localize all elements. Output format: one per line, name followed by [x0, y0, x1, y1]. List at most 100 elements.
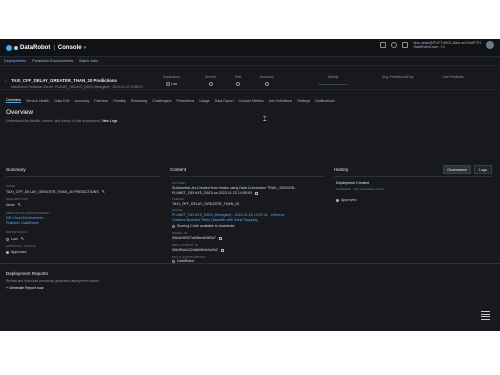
chevron-down-icon[interactable]: ▾: [84, 45, 87, 51]
nav-batch-jobs[interactable]: Batch Jobs: [79, 59, 98, 63]
user-info[interactable]: hba.ranks@PUFT-MKG-Alice.acXXeIfTTH Data…: [413, 41, 481, 50]
content-dataset-value-2: PLANET_DELAYS_DATA on 2023-11-22 14:55:0…: [172, 191, 258, 195]
edit-icon[interactable]: ✎: [102, 189, 105, 194]
copy-icon[interactable]: [254, 191, 258, 195]
separator: |: [53, 44, 55, 51]
nav-deployments[interactable]: Deployments: [4, 59, 26, 63]
history-event-title: Deployment Created: [336, 181, 369, 185]
stat-drift[interactable]: Drift: [235, 75, 242, 87]
tab-humility[interactable]: Humility: [113, 99, 126, 103]
avatar[interactable]: [486, 41, 494, 50]
governance-button[interactable]: Governance: [443, 165, 471, 174]
top-bar: DataRobot | Console ▾ hba.ranks@PUFT-MKG…: [0, 39, 500, 57]
nav-prediction-environments[interactable]: Prediction Environments: [32, 59, 73, 63]
tab-fairness[interactable]: Fairness: [94, 99, 108, 103]
copy-icon[interactable]: [220, 248, 224, 252]
content-target-value: TAXI_OFF_DELAY_GREATER_THAN_20: [172, 202, 240, 206]
stat-label: Activity: [327, 75, 339, 79]
app-name[interactable]: Console: [58, 45, 82, 51]
history-event-meta: 11/22/2023 · Test Automation Admin: [336, 187, 384, 191]
deployment-subtitle: DataRobot.Prediction-Server: PLANET_DELA…: [11, 85, 143, 89]
summary-approval-value: Approved: [6, 250, 26, 254]
help-icon[interactable]: [391, 42, 398, 49]
tab-data-export[interactable]: Data Export: [215, 99, 234, 103]
history-title: History: [334, 167, 349, 172]
stat-label: Last Prediction: [442, 75, 465, 79]
view-logs-link[interactable]: View Logs: [102, 119, 118, 123]
tab-overview[interactable]: Overview: [6, 98, 21, 103]
stat-activity: Activity: [318, 75, 348, 85]
content-model-link[interactable]: PLANET_DELAYS_DATA (Wrangled) - 2023-11-…: [172, 213, 285, 217]
menu-icon[interactable]: [481, 311, 490, 320]
stat-label: Drift: [235, 75, 242, 79]
tab-retraining[interactable]: Retraining: [131, 99, 147, 103]
stat-last-prediction: Last Prediction: [442, 75, 464, 79]
app-window: DataRobot | Console ▾ hba.ranks@PUFT-MKG…: [0, 39, 500, 331]
stat-label: Importance: [163, 75, 180, 79]
mouse-cursor-icon: ⌶: [263, 117, 267, 123]
tab-settings[interactable]: Settings: [297, 99, 310, 103]
copy-icon[interactable]: [218, 236, 222, 240]
summary-environment-link[interactable]: DR Cloud Environment: [6, 216, 43, 220]
summary-importance-label: IMPORTANCE: [6, 230, 28, 234]
back-arrow-icon[interactable]: ‹: [5, 78, 6, 83]
generate-report-button[interactable]: + Generate Report now: [6, 286, 43, 290]
page-description: Understand the details, context, and his…: [6, 119, 117, 123]
grid-icon[interactable]: [380, 42, 387, 49]
content-deployment-id-label: DEPLOYMENT ID: [172, 243, 199, 247]
page-title: Overview: [6, 109, 34, 116]
topbar-actions: hba.ranks@PUFT-MKG-Alice.acXXeIfTTH Data…: [380, 41, 494, 50]
summary-importance-value: Low ✎: [6, 236, 24, 241]
reports-title: Deployment Reports: [6, 271, 48, 276]
drift-status-icon: [236, 82, 241, 87]
page-description-text: Understand the details, context, and his…: [6, 119, 101, 123]
stat-label: Service: [205, 75, 217, 79]
edit-icon[interactable]: ✎: [18, 202, 21, 207]
summary-description-value: None ✎: [6, 202, 21, 207]
accuracy-status-icon: [264, 82, 269, 87]
content-dataset-value: Substantial-Jet-Created from Intake usin…: [172, 186, 298, 190]
tab-data-drift[interactable]: Data Drift: [54, 99, 69, 103]
tab-notifications[interactable]: Notifications: [315, 99, 335, 103]
content-model-id-value: 65b3e9f0f27af3f6e4b083d7: [172, 236, 222, 240]
content-target-label: TARGET: [172, 197, 185, 201]
datarobot-logo[interactable]: DataRobot: [6, 44, 50, 51]
deployment-title: TAXI_CFF_DELAY_GREATER_THAN_20 Predictio…: [11, 78, 117, 83]
stat-value: [235, 82, 241, 87]
stat-accuracy[interactable]: Accuracy: [260, 75, 274, 87]
tab-predictions[interactable]: Predictions: [176, 99, 194, 103]
summary-name-label: NAME: [6, 184, 16, 188]
tab-accuracy[interactable]: Accuracy: [75, 99, 90, 103]
service-status-icon: [208, 82, 213, 87]
tab-job-definitions[interactable]: Job Definitions: [269, 99, 293, 103]
stat-label: Accuracy: [260, 75, 274, 79]
content-model-link-2[interactable]: Gradient Boosted Trees Classifier with E…: [172, 218, 258, 222]
user-org: DataRobot.com, Y4: [413, 45, 445, 50]
logo-mark-icon: [6, 44, 12, 51]
stat-service[interactable]: Service: [205, 75, 217, 87]
content-deployment-id-value: 65b3f9a2c22a8b06f4e0a3b2: [172, 248, 224, 252]
reports-divider: [0, 263, 500, 264]
history-event-status: Approved: [336, 198, 356, 202]
content-model-label: MODEL: [172, 208, 184, 212]
stat-avg-predictions: Avg. Predictions/Day: [382, 75, 413, 79]
summary-platform-link[interactable]: Platform: DataRobot: [6, 221, 39, 225]
scoring-code-note: Scoring Code available to download: [172, 224, 234, 228]
stat-value: [205, 82, 216, 87]
tab-custom-metrics[interactable]: Custom Metrics: [239, 99, 264, 103]
history-divider: [334, 176, 492, 177]
tab-challengers[interactable]: Challengers: [152, 99, 171, 103]
console-nav: Deployments Prediction Environments Batc…: [0, 57, 500, 66]
logs-button[interactable]: Logs: [474, 165, 492, 174]
tab-service-health[interactable]: Service Health: [26, 99, 49, 103]
summary-environment-label: PREDICTION ENVIRONMENT: [6, 211, 51, 215]
stat-importance: Importance Low: [163, 75, 180, 87]
importance-dot-icon: [165, 82, 170, 87]
reports-description: Review and download previously generated…: [6, 279, 100, 283]
tab-usage[interactable]: Usage: [199, 99, 209, 103]
edit-icon[interactable]: ✎: [21, 236, 24, 241]
stat-value: [260, 82, 274, 87]
importance-dot-icon: [6, 237, 9, 241]
summary-approval-label: APPROVAL STATUS: [6, 244, 37, 248]
notifications-icon[interactable]: [402, 42, 409, 49]
